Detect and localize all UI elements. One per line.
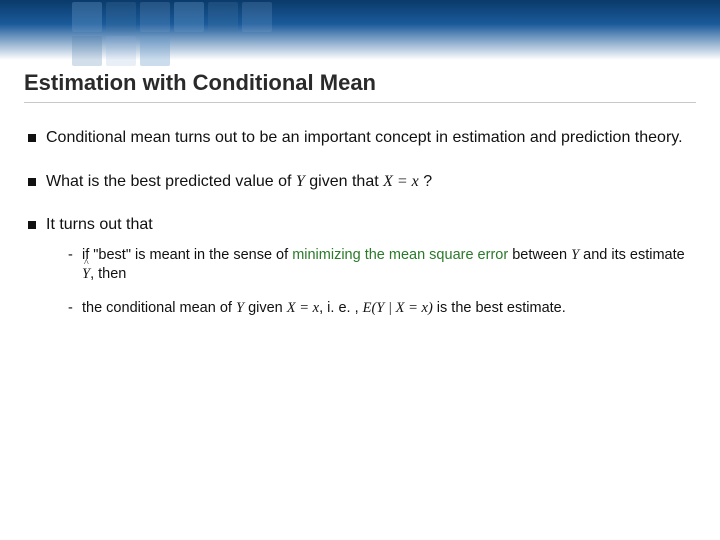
s2-post: is the best estimate. (433, 300, 566, 316)
header-decor (70, 0, 290, 68)
sub-bullet-1: - if "best" is meant in the sense of min… (68, 246, 692, 285)
s1-post2: , then (90, 266, 126, 282)
s1-var-y: Y (571, 247, 579, 263)
slide-content: Conditional mean turns out to be an impo… (0, 103, 720, 332)
sub-bullet-1-text: if "best" is meant in the sense of minim… (82, 246, 692, 285)
sub-bullet-2: - the conditional mean of Y given X = x,… (68, 299, 692, 319)
dash-icon: - (68, 246, 82, 285)
slide-title: Estimation with Conditional Mean (24, 70, 720, 96)
dash-icon: - (68, 299, 82, 319)
bullet-1: Conditional mean turns out to be an impo… (28, 127, 692, 149)
bullet-mark-icon (28, 134, 36, 142)
s1-highlight: minimizing the mean square error (292, 247, 508, 263)
b2-post: ? (419, 173, 432, 190)
bullet-3-text: It turns out that - if "best" is meant i… (46, 214, 692, 332)
bullet-2: What is the best predicted value of Y gi… (28, 171, 692, 193)
s2-pre: the conditional mean of (82, 300, 236, 316)
bullet-2-text: What is the best predicted value of Y gi… (46, 171, 692, 193)
y-hat-icon: Y (82, 265, 90, 285)
bullet-mark-icon (28, 221, 36, 229)
s1-pre: if "best" is meant in the sense of (82, 247, 292, 263)
bullet-1-text: Conditional mean turns out to be an impo… (46, 127, 692, 149)
header-band (0, 0, 720, 60)
b2-var-y: Y (296, 173, 305, 190)
s2-eq: X = x (287, 300, 319, 316)
s2-given: given (244, 300, 287, 316)
bullet-mark-icon (28, 178, 36, 186)
s2-var-y: Y (236, 300, 244, 316)
b2-eq: X = x (383, 173, 419, 190)
s2-formula: E(Y | X = x) (363, 300, 433, 316)
bullet-3: It turns out that - if "best" is meant i… (28, 214, 692, 332)
sub-bullets: - if "best" is meant in the sense of min… (68, 246, 692, 319)
s1-mid: between (508, 247, 571, 263)
b3-text: It turns out that (46, 216, 153, 233)
b2-mid: given that (305, 173, 383, 190)
sub-bullet-2-text: the conditional mean of Y given X = x, i… (82, 299, 692, 319)
b2-pre: What is the best predicted value of (46, 173, 296, 190)
s2-ie: , i. e. , (319, 300, 363, 316)
s1-post1: and its estimate (579, 247, 685, 263)
